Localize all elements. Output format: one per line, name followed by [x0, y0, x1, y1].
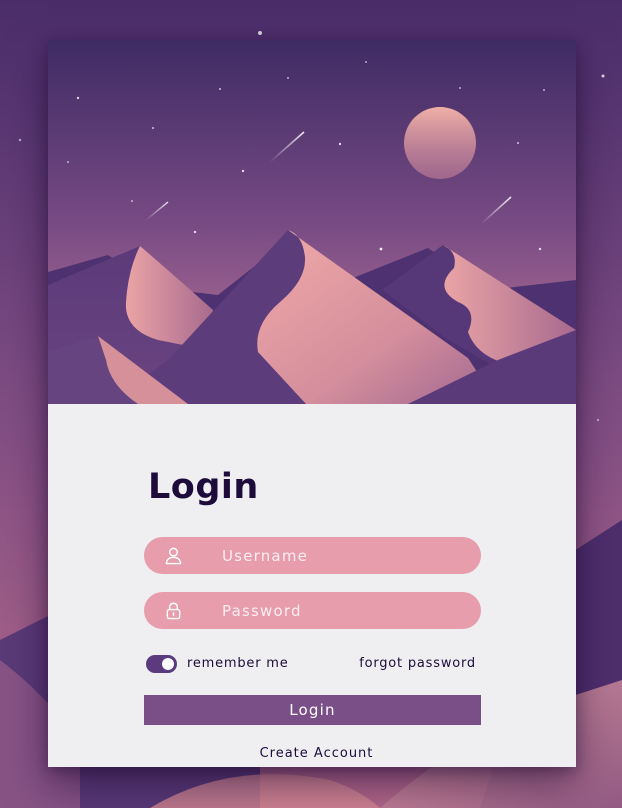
- user-icon: [165, 547, 182, 565]
- password-input[interactable]: [222, 592, 462, 629]
- username-input[interactable]: [222, 537, 462, 574]
- login-button[interactable]: Login: [144, 695, 481, 725]
- login-title: Login: [148, 467, 259, 507]
- lock-icon: [166, 602, 181, 620]
- forgot-password-link[interactable]: forgot password: [359, 656, 476, 672]
- username-field[interactable]: [144, 537, 481, 574]
- toggle-knob: [162, 658, 174, 670]
- remember-me-label: remember me: [187, 656, 289, 671]
- create-account-link[interactable]: Create Account: [144, 746, 489, 762]
- password-field[interactable]: [144, 592, 481, 629]
- remember-me-toggle[interactable]: [146, 655, 177, 673]
- login-card: Login remember me forgot password Login …: [48, 40, 576, 767]
- login-form: Login remember me forgot password Login …: [48, 404, 576, 767]
- desert-illustration: [48, 40, 576, 404]
